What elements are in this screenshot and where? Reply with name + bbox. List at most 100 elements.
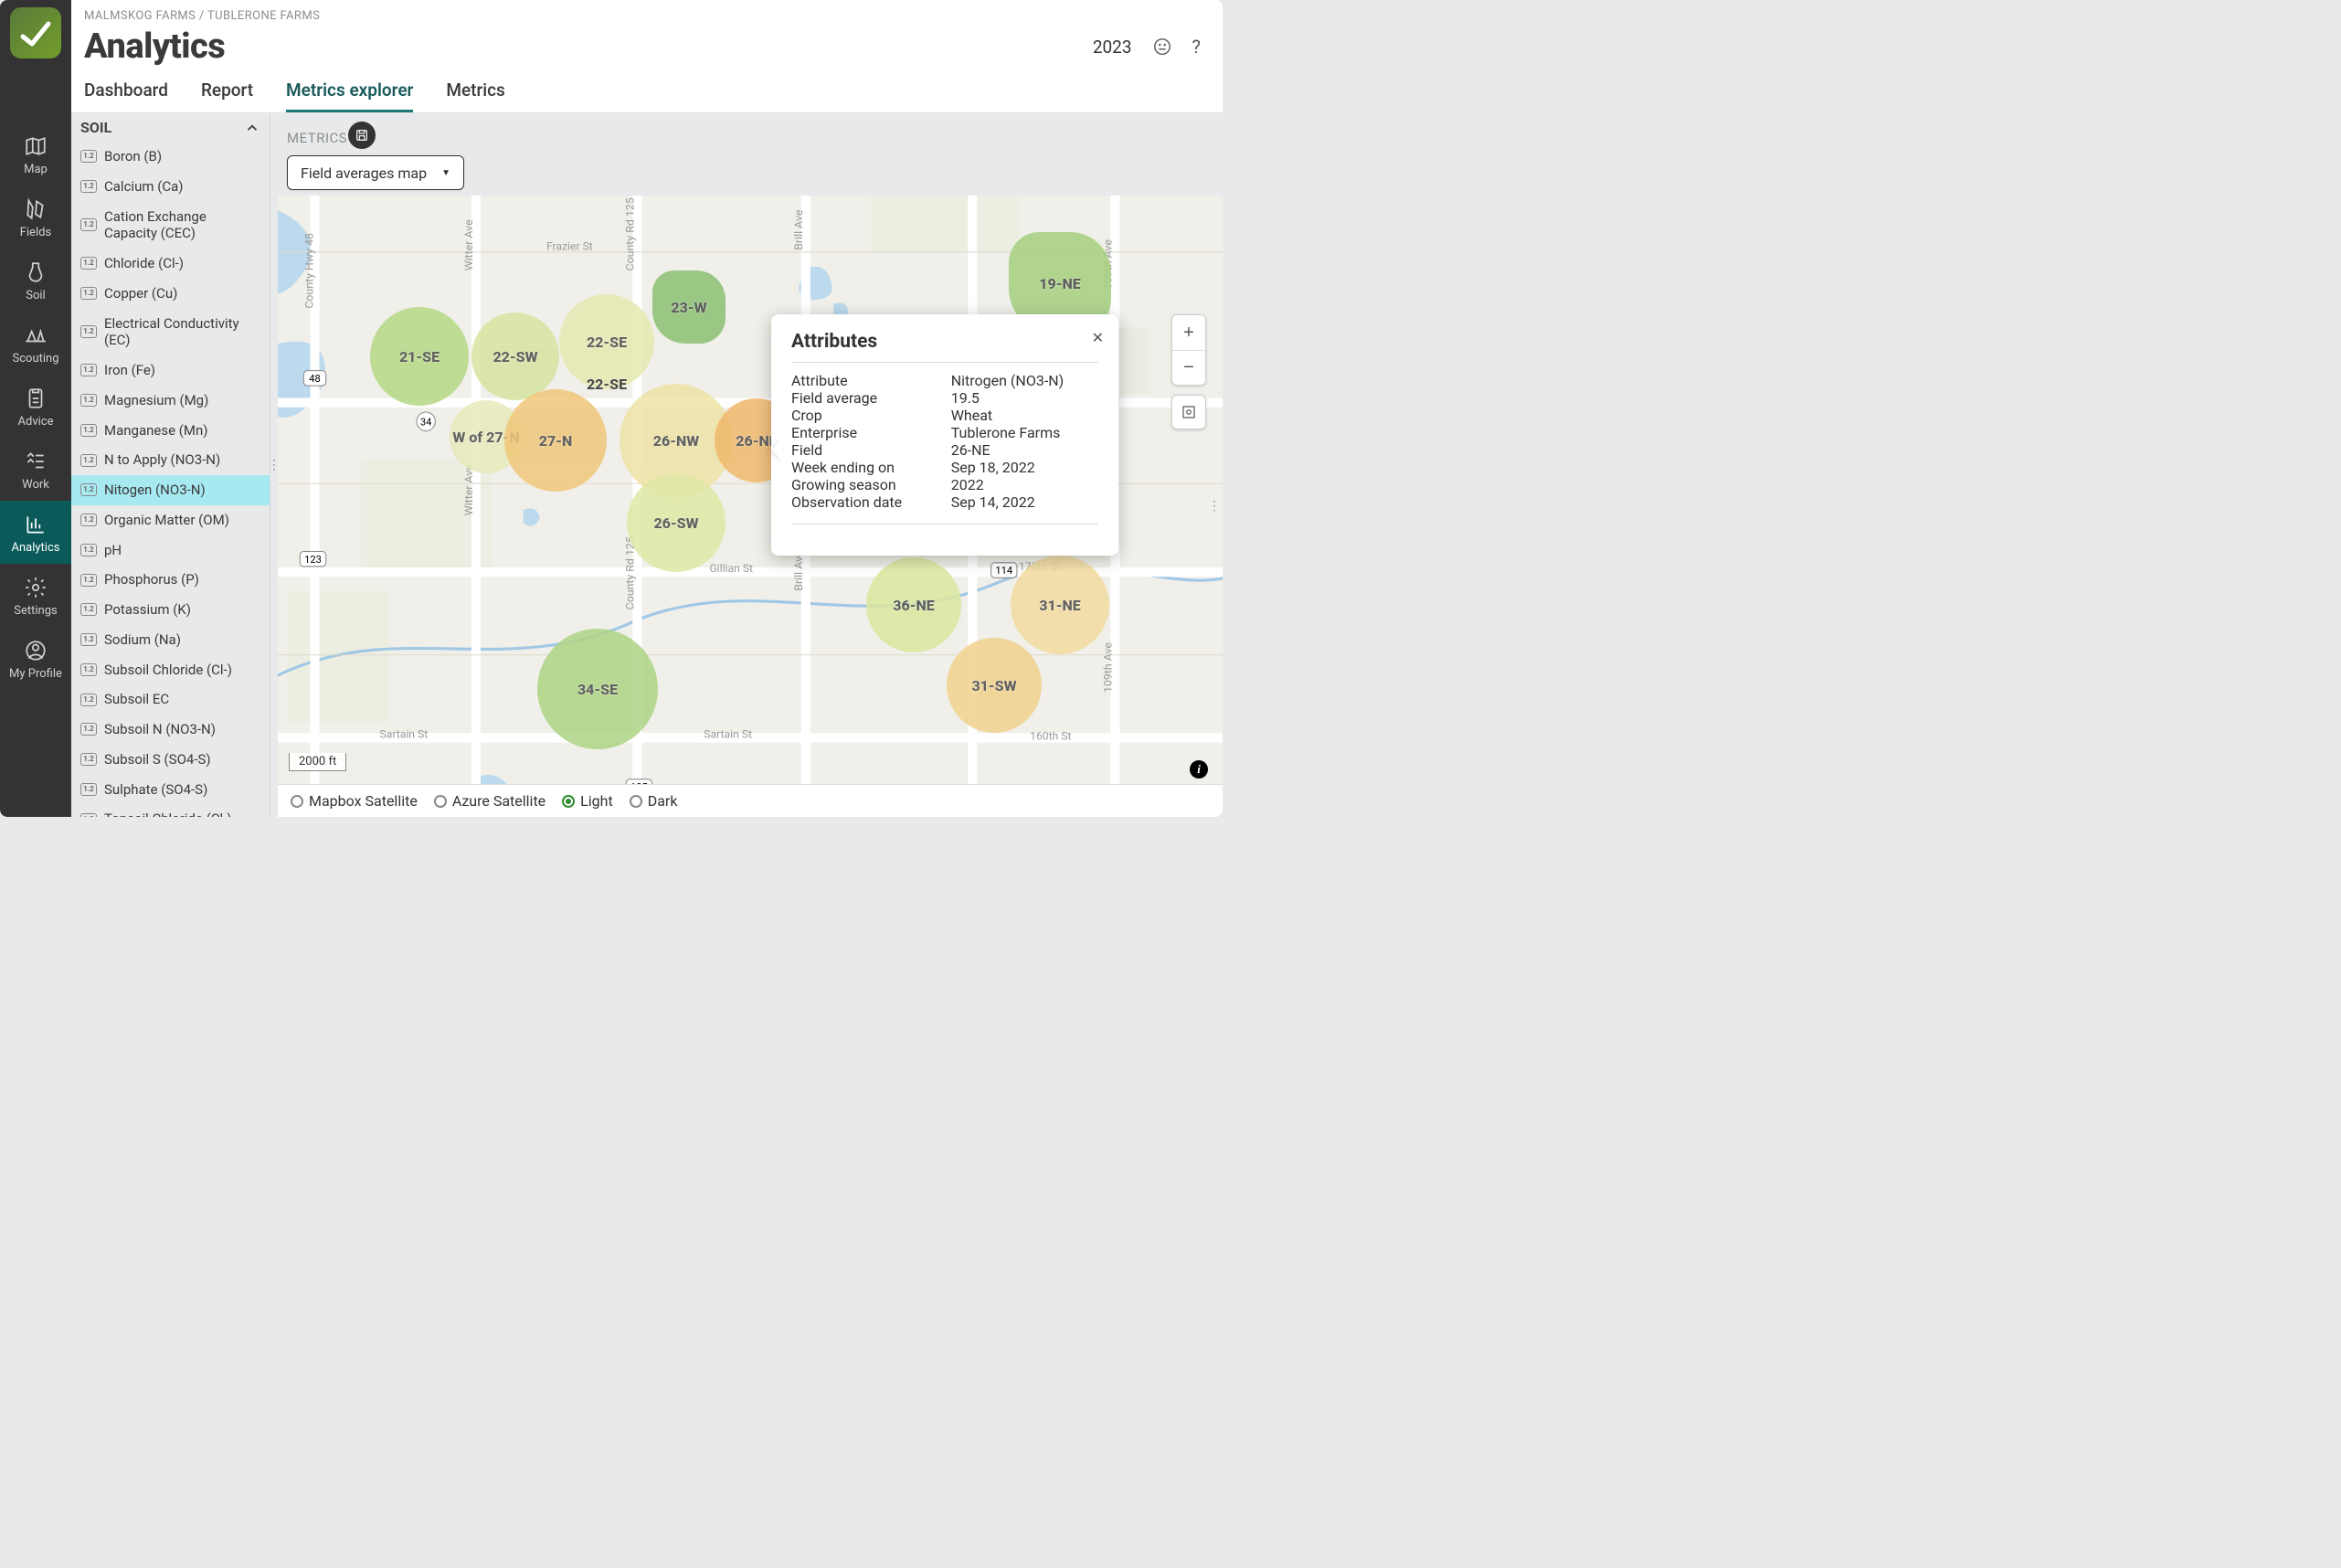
rail-item-scouting[interactable]: Scouting xyxy=(0,312,71,375)
metric-badge-icon: 1.2 xyxy=(80,218,97,231)
metric-item[interactable]: 1.2Organic Matter (OM) xyxy=(71,505,270,535)
metric-label: Subsoil Chloride (Cl-) xyxy=(104,662,232,679)
metric-item[interactable]: 1.2Phosphorus (P) xyxy=(71,565,270,595)
metric-item[interactable]: 1.2pH xyxy=(71,535,270,566)
metric-item[interactable]: 1.2Nitogen (NO3-N) xyxy=(71,475,270,505)
metric-label: Sulphate (SO4-S) xyxy=(104,781,207,799)
metric-badge-icon: 1.2 xyxy=(80,424,97,437)
basemap-option[interactable]: Light xyxy=(562,792,613,810)
app-root: MapFields Soil Scouting Advice Work Analytics… xyxy=(0,0,1223,817)
metric-badge-icon: 1.2 xyxy=(80,514,97,526)
metric-label: Calcium (Ca) xyxy=(104,178,184,196)
rail-label: Work xyxy=(22,478,49,492)
view-dropdown[interactable]: Field averages map xyxy=(287,155,464,190)
field-31-SW[interactable]: 31-SW xyxy=(947,638,1042,733)
zoom-out-button[interactable]: − xyxy=(1172,350,1205,385)
rail-label: Advice xyxy=(18,415,54,429)
save-button[interactable] xyxy=(345,119,378,152)
metric-item[interactable]: 1.2 Sulphate (SO4-S) xyxy=(71,775,270,805)
metric-item[interactable]: 1.2Chloride (Cl-) xyxy=(71,249,270,279)
breadcrumb[interactable]: MALMSKOG FARMS / TUBLERONE FARMS xyxy=(84,9,1201,23)
metric-item[interactable]: 1.2Subsoil S (SO4-S) xyxy=(71,745,270,775)
radio-icon xyxy=(291,795,303,808)
metric-badge-icon: 1.2 xyxy=(80,180,97,193)
metric-item[interactable]: 1.2Subsoil EC xyxy=(71,684,270,715)
rail-label: My Profile xyxy=(9,667,62,681)
popup-key: Crop xyxy=(791,407,951,424)
rail-item-advice[interactable]: Advice xyxy=(0,375,71,438)
tab-metrics-explorer[interactable]: Metrics explorer xyxy=(286,79,413,112)
metric-item[interactable]: 1.2 Subsoil Chloride (Cl-) xyxy=(71,655,270,685)
metric-item[interactable]: 1.2Subsoil N (NO3-N) xyxy=(71,715,270,745)
metric-item[interactable]: 1.2Topsoil Chloride (Cl-) xyxy=(71,804,270,817)
metric-label: Cation Exchange Capacity (CEC) xyxy=(104,208,260,243)
rail-item-work[interactable]: Work xyxy=(0,438,71,501)
app-logo[interactable] xyxy=(10,7,61,58)
field-31-NE[interactable]: 31-NE xyxy=(1011,556,1109,654)
field-21-SE[interactable]: 21-SE xyxy=(370,307,469,406)
popup-value: 26-NE xyxy=(951,441,1098,459)
basemap-option[interactable]: Mapbox Satellite xyxy=(291,792,418,810)
map-view[interactable]: Frazier St Brill Ave Brill Ave County Hw… xyxy=(278,196,1223,817)
metric-item[interactable]: 1.2 Calcium (Ca) xyxy=(71,172,270,202)
field-27-N[interactable]: 27-N xyxy=(504,389,607,492)
rail-item-settings[interactable]: Settings xyxy=(0,564,71,627)
year-selector[interactable]: 2023 xyxy=(1093,37,1132,58)
rail-item-analytics[interactable]: Analytics xyxy=(0,501,71,564)
nav-rail: MapFields Soil Scouting Advice Work Analytics… xyxy=(0,0,71,817)
profile-icon xyxy=(24,638,48,663)
metric-group-header[interactable]: SOIL xyxy=(71,113,270,142)
metric-item[interactable]: 1.2 Cation Exchange Capacity (CEC) xyxy=(71,202,270,249)
svg-text:Gillian St: Gillian St xyxy=(709,562,753,575)
help-icon[interactable]: ? xyxy=(1192,36,1201,58)
metric-item[interactable]: 1.2Potassium (K) xyxy=(71,595,270,625)
map-attribution-icon[interactable]: i xyxy=(1190,760,1208,779)
metric-list[interactable]: 1.2Boron (B) 1.2 Calcium (Ca) 1.2 Cation Exc… xyxy=(71,142,270,817)
metric-item[interactable]: 1.2N to Apply (NO3-N) xyxy=(71,445,270,475)
metric-badge-icon: 1.2 xyxy=(80,663,97,676)
popup-key: Week ending on xyxy=(791,459,951,476)
field-34-SE[interactable]: 34-SE xyxy=(537,629,658,749)
popup-value: Tublerone Farms xyxy=(951,424,1098,441)
soil-icon xyxy=(24,260,48,285)
popup-value: Sep 18, 2022 xyxy=(951,459,1098,476)
rail-item-fields[interactable]: Fields xyxy=(0,185,71,249)
popup-row: CropWheat xyxy=(791,407,1098,424)
metric-label: Subsoil N (NO3-N) xyxy=(104,721,216,738)
metric-item[interactable]: 1.2Electrical Conductivity (EC) xyxy=(71,309,270,356)
right-resize-handle[interactable]: ⋮ xyxy=(1208,499,1221,514)
rail-item-soil[interactable]: Soil xyxy=(0,249,71,312)
field-26-SW[interactable]: 26-SW xyxy=(627,473,726,572)
metric-item[interactable]: 1.2Boron (B) xyxy=(71,142,270,172)
rail-item-profile[interactable]: My Profile xyxy=(0,627,71,690)
metric-item[interactable]: 1.2Iron (Fe) xyxy=(71,355,270,386)
metric-label: pH xyxy=(104,542,122,559)
metric-item[interactable]: 1.2Manganese (Mn) xyxy=(71,416,270,446)
svg-text:Brill Ave: Brill Ave xyxy=(792,209,805,250)
zoom-in-button[interactable]: + xyxy=(1172,315,1205,350)
close-icon[interactable]: ✕ xyxy=(1092,329,1104,346)
rail-item-map[interactable]: Map xyxy=(0,122,71,185)
popup-row: Observation dateSep 14, 2022 xyxy=(791,493,1098,511)
layer-control-button[interactable] xyxy=(1171,395,1206,429)
metric-item[interactable]: 1.2Magnesium (Mg) xyxy=(71,386,270,416)
tab-metrics[interactable]: Metrics xyxy=(446,79,504,112)
field-23-W[interactable]: 23-W xyxy=(652,270,726,344)
panel-resize-handle[interactable]: ⋮ xyxy=(270,113,278,817)
metric-item[interactable]: 1.2Sodium (Na) xyxy=(71,625,270,655)
metric-badge-icon: 1.2 xyxy=(80,783,97,796)
field-36-NE[interactable]: 36-NE xyxy=(866,557,961,652)
svg-text:109th Ave: 109th Ave xyxy=(1101,642,1114,693)
tab-dashboard[interactable]: Dashboard xyxy=(84,79,168,112)
basemap-option[interactable]: Azure Satellite xyxy=(434,792,546,810)
svg-text:34: 34 xyxy=(420,416,432,428)
popup-value: Wheat xyxy=(951,407,1098,424)
feedback-icon[interactable] xyxy=(1152,37,1172,57)
tab-report[interactable]: Report xyxy=(201,79,253,112)
metric-badge-icon: 1.2 xyxy=(80,454,97,467)
metric-item[interactable]: 1.2Copper (Cu) xyxy=(71,279,270,309)
basemap-option[interactable]: Dark xyxy=(630,792,678,810)
field-22-SW[interactable]: 22-SW xyxy=(471,313,559,400)
rail-label: Soil xyxy=(26,289,45,302)
popup-row: AttributeNitrogen (NO3-N) xyxy=(791,372,1098,389)
